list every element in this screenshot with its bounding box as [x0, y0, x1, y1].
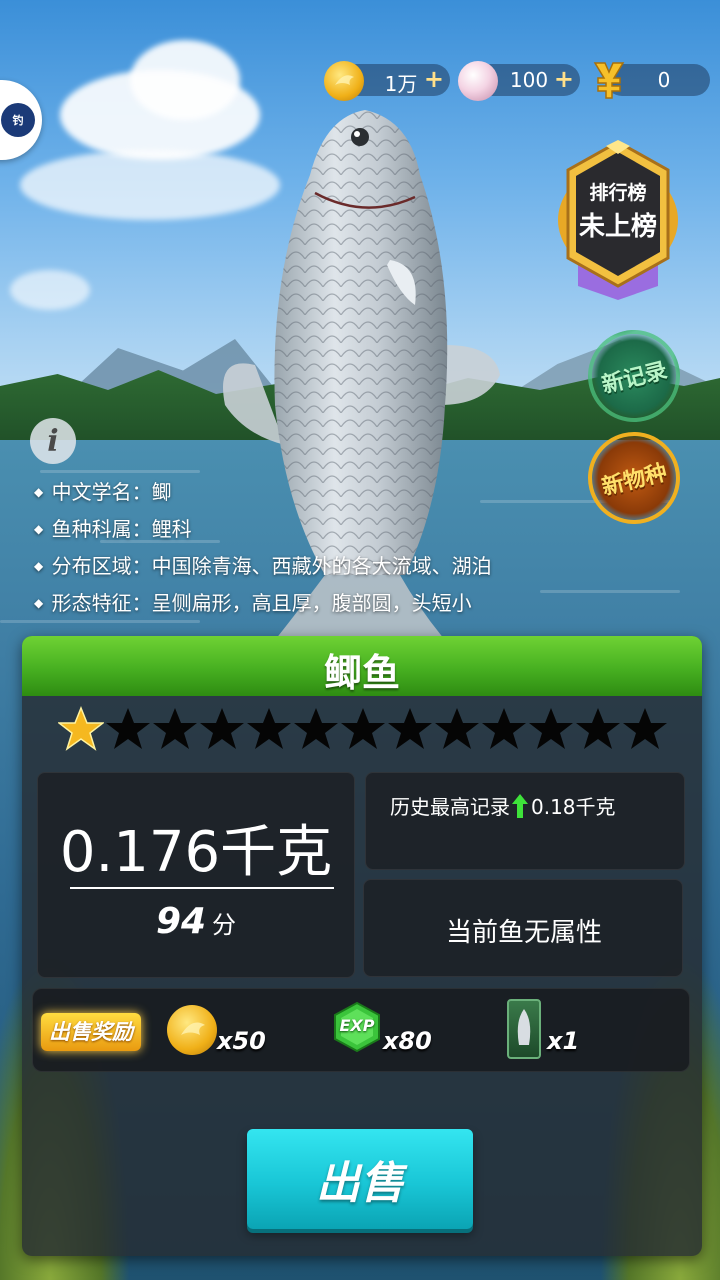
add-pearls-button[interactable]: +: [554, 65, 574, 93]
card-reward-qty: x1: [547, 1027, 580, 1055]
star-filled-icon: [58, 706, 104, 751]
record-label: 历史最高记录: [390, 795, 510, 819]
exp-icon-text: EXP: [339, 1016, 375, 1035]
star-empty-icon: [435, 708, 479, 749]
info-value: 呈侧扁形，高且厚，腹部圆，头短小: [151, 591, 472, 615]
divider: [70, 887, 334, 889]
sell-button[interactable]: 出售: [247, 1129, 473, 1229]
info-value: 鲫: [151, 480, 172, 504]
star-empty-icon: [388, 708, 432, 749]
record-box: 历史最高记录 0.18千克: [365, 772, 685, 870]
info-label: 鱼种科属: [51, 517, 132, 541]
fish-name: 鲫鱼: [323, 651, 400, 695]
info-row-scientific-name: 中文学名：鲫: [34, 474, 492, 511]
logo-emblem: 钓: [1, 103, 35, 137]
panel-header: 鲫鱼: [22, 636, 702, 696]
info-value: 中国除青海、西藏外的各大流域、湖泊: [151, 554, 492, 578]
star-empty-icon: [247, 708, 291, 749]
score-unit: 分: [212, 911, 237, 939]
star-empty-icon: [294, 708, 338, 749]
star-empty-icon: [576, 708, 620, 749]
fish-card-icon: [507, 999, 541, 1059]
info-row-distribution: 分布区域：中国除青海、西藏外的各大流域、湖泊: [34, 548, 492, 585]
add-coins-button[interactable]: +: [424, 65, 444, 93]
star-empty-icon: [200, 708, 244, 749]
yen-icon: [592, 60, 632, 100]
sell-rewards: 出售奖励 x50 EXP x80 x1: [32, 988, 690, 1072]
coin-icon: [167, 1005, 217, 1055]
info-label: 形态特征: [51, 591, 132, 615]
fish-attribute: 当前鱼无属性: [445, 918, 602, 948]
cloud: [10, 270, 90, 310]
star-empty-icon: [106, 708, 150, 749]
star-empty-icon: [482, 708, 526, 749]
record-value: 0.18千克: [531, 795, 616, 819]
rarity-stars: [58, 706, 668, 754]
weight-score-box: 0.176千克 94 分: [37, 772, 355, 978]
new-record-label: 新记录: [599, 358, 670, 399]
info-row-features: 形态特征：呈侧扁形，高且厚，腹部圆，头短小: [34, 585, 492, 622]
history-record: 历史最高记录 0.18千克: [390, 791, 616, 820]
star-empty-icon: [341, 708, 385, 749]
pearl-icon: [458, 61, 498, 101]
info-button[interactable]: i: [30, 418, 76, 464]
arrow-up-icon: [512, 794, 528, 818]
exp-icon: EXP: [331, 1001, 383, 1053]
sell-reward-label: 出售奖励: [41, 1013, 141, 1051]
score-value: 94: [155, 901, 207, 942]
ranking-status: 未上榜: [578, 212, 657, 242]
info-label: 中文学名: [51, 480, 132, 504]
water-ripple: [540, 590, 680, 593]
coin-icon: [324, 61, 364, 101]
info-label: 分布区域: [51, 554, 132, 578]
attribute-box: 当前鱼无属性: [363, 879, 683, 977]
info-icon: i: [47, 423, 59, 459]
star-empty-icon: [153, 708, 197, 749]
catch-weight: 0.176千克: [59, 820, 333, 885]
exp-reward-qty: x80: [383, 1027, 432, 1055]
star-empty-icon: [623, 708, 667, 749]
info-value: 鲤科: [151, 517, 192, 541]
catch-result-panel: 鲫鱼 0.176千克 94 分 历史最高记录 0.18千克 当前鱼无属性 出售奖励 …: [22, 636, 702, 1256]
fish-info-list: 中文学名：鲫 鱼种科属：鲤科 分布区域：中国除青海、西藏外的各大流域、湖泊 形态…: [34, 474, 492, 622]
water-ripple: [40, 470, 200, 473]
ranking-title: 排行榜: [589, 182, 647, 204]
info-row-family: 鱼种科属：鲤科: [34, 511, 492, 548]
coin-reward-qty: x50: [217, 1027, 266, 1055]
new-species-label: 新物种: [599, 460, 670, 501]
catch-score: 94 分: [38, 901, 354, 942]
star-empty-icon: [529, 708, 573, 749]
ranking-badge[interactable]: 排行榜 未上榜: [548, 140, 688, 302]
